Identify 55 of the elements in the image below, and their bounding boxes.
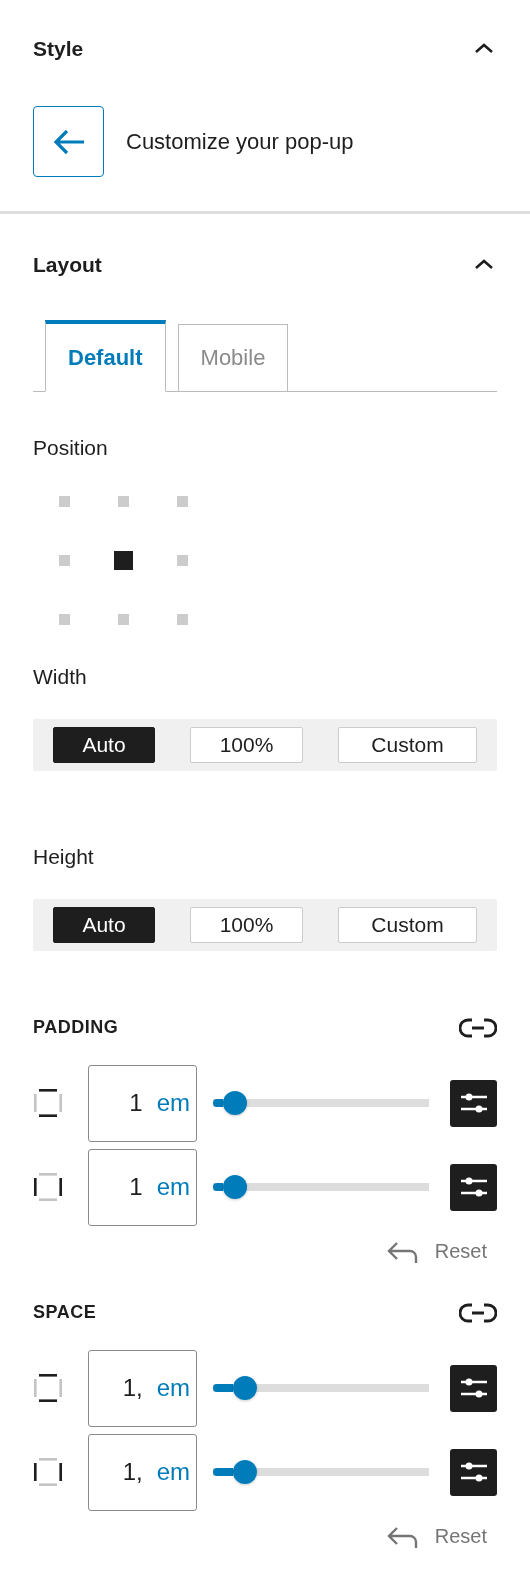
slider-thumb[interactable] [233, 1376, 258, 1400]
undo-arrow-icon [386, 1239, 419, 1264]
sliders-icon [458, 1091, 489, 1115]
box-sides-icon [33, 1373, 63, 1403]
sliders-icon [458, 1376, 489, 1400]
option-button[interactable]: Custom [338, 726, 477, 763]
settings-button[interactable] [450, 1163, 497, 1211]
field-label: Height [33, 844, 95, 869]
option-button[interactable]: Auto [53, 906, 155, 943]
slider-thumb[interactable] [222, 1091, 247, 1115]
unit-label[interactable]: em [156, 1458, 190, 1486]
slider-fill [213, 1183, 223, 1191]
field-value: 1, [122, 1374, 143, 1402]
field-value: 1, [122, 1458, 143, 1486]
slider-fill [213, 1468, 234, 1476]
group-title: SPACE [33, 1302, 97, 1323]
group-title: PADDING [33, 1017, 119, 1038]
field-value: 1 [129, 1173, 143, 1201]
link-icon[interactable] [459, 1301, 497, 1324]
unit-label[interactable]: em [156, 1374, 190, 1402]
settings-button[interactable] [450, 1364, 497, 1412]
reset-button[interactable]: Reset [386, 1239, 497, 1264]
reset-button[interactable]: Reset [386, 1524, 497, 1549]
option-button[interactable]: Custom [338, 906, 477, 943]
slider-thumb[interactable] [222, 1175, 247, 1199]
number-field[interactable]: 1, em [88, 1349, 197, 1427]
link-icon[interactable] [459, 1016, 497, 1039]
unit-label[interactable]: em [156, 1173, 190, 1201]
section-title: Layout [33, 253, 102, 277]
tab[interactable]: Default [45, 320, 166, 392]
number-field[interactable]: 1 em [88, 1148, 197, 1226]
undo-arrow-icon [386, 1524, 419, 1549]
field-label: Position [33, 435, 109, 460]
settings-button[interactable] [450, 1448, 497, 1496]
number-field[interactable]: 1 em [88, 1064, 197, 1142]
settings-button[interactable] [450, 1079, 497, 1127]
slider-fill [213, 1384, 234, 1392]
back-label: Customize your pop-up [126, 128, 354, 155]
box-sides-icon [33, 1088, 63, 1118]
option-button[interactable]: 100% [190, 906, 303, 943]
sliders-icon [458, 1175, 489, 1199]
number-field[interactable]: 1, em [88, 1433, 197, 1511]
section-title: Style [33, 37, 84, 61]
field-value: 1 [129, 1089, 143, 1117]
slider-thumb[interactable] [233, 1460, 258, 1484]
box-sides-icon [33, 1457, 63, 1487]
field-label: Width [33, 664, 88, 689]
option-button[interactable]: 100% [190, 726, 303, 763]
slider-fill [213, 1099, 223, 1107]
sliders-icon [458, 1460, 489, 1484]
unit-label[interactable]: em [156, 1089, 190, 1117]
back-arrow-icon [51, 127, 86, 156]
back-button[interactable] [33, 106, 104, 177]
box-sides-icon [33, 1172, 63, 1202]
option-button[interactable]: Auto [53, 726, 155, 763]
